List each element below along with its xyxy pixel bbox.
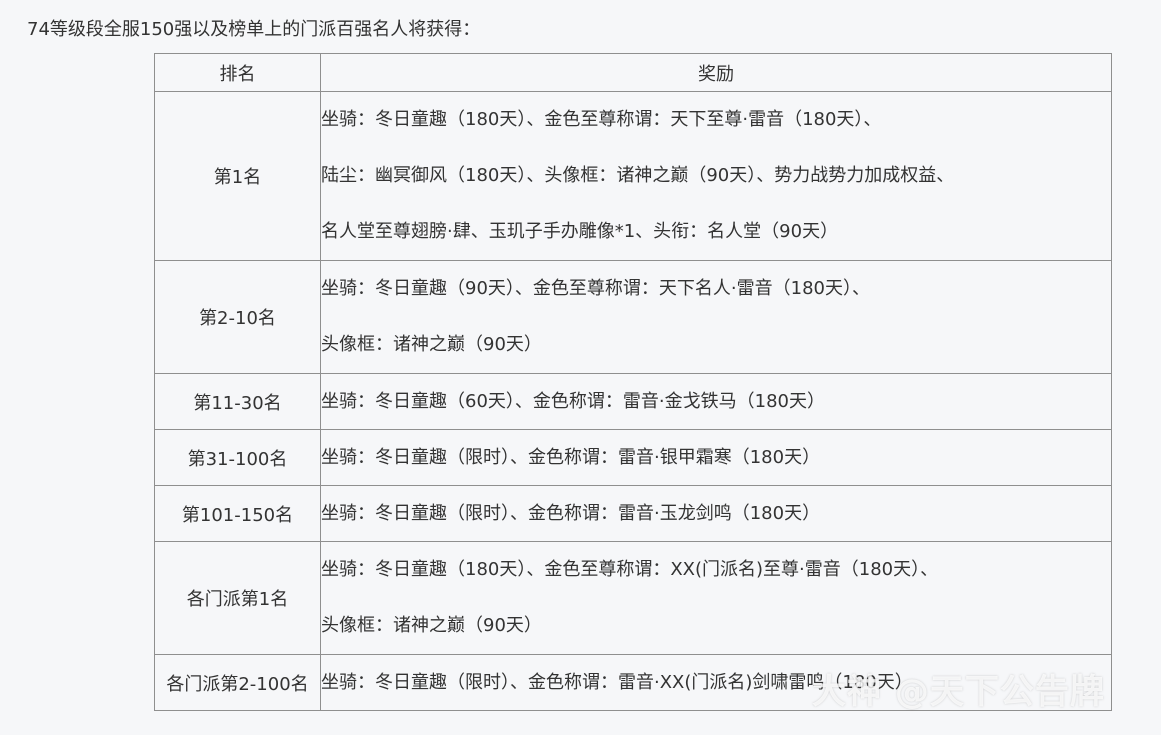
- table-row: 第1名 坐骑：冬日童趣（180天）、金色至尊称谓：天下至尊·雷音（180天）、 …: [154, 91, 1112, 261]
- reward-line: 坐骑：冬日童趣（180天）、金色至尊称谓：天下至尊·雷音（180天）、: [321, 109, 882, 130]
- reward-cell: 坐骑：冬日童趣（限时）、金色称谓：雷音·玉龙剑鸣（180天）: [320, 485, 1112, 542]
- reward-cell: 坐骑：冬日童趣（60天）、金色称谓：雷音·金戈铁马（180天）: [320, 373, 1112, 430]
- rank-cell: 第31-100名: [154, 429, 321, 486]
- reward-cell: 坐骑：冬日童趣（180天）、金色至尊称谓：XX(门派名)至尊·雷音（180天）、…: [320, 541, 1112, 655]
- header-rank: 排名: [154, 53, 321, 92]
- reward-cell: 坐骑：冬日童趣（180天）、金色至尊称谓：天下至尊·雷音（180天）、 陆尘：幽…: [320, 91, 1112, 261]
- header-reward: 奖励: [320, 53, 1112, 92]
- table-row: 各门派第1名 坐骑：冬日童趣（180天）、金色至尊称谓：XX(门派名)至尊·雷音…: [154, 541, 1112, 655]
- rewards-table: 排名 奖励 第1名 坐骑：冬日童趣（180天）、金色至尊称谓：天下至尊·雷音（1…: [154, 53, 1112, 711]
- table-header-row: 排名 奖励: [154, 53, 1112, 92]
- reward-line: 坐骑：冬日童趣（限时）、金色称谓：雷音·银甲霜寒（180天）: [321, 447, 821, 468]
- table-row: 第101-150名 坐骑：冬日童趣（限时）、金色称谓：雷音·玉龙剑鸣（180天）: [154, 485, 1112, 542]
- reward-line: 坐骑：冬日童趣（180天）、金色至尊称谓：XX(门派名)至尊·雷音（180天）、: [321, 559, 939, 580]
- reward-line: 坐骑：冬日童趣（限时）、金色称谓：雷音·玉龙剑鸣（180天）: [321, 503, 821, 524]
- reward-line: 头像框：诸神之巅（90天）: [321, 334, 542, 355]
- reward-line: 坐骑：冬日童趣（限时）、金色称谓：雷音·XX(门派名)剑啸雷鸣（180天）: [321, 672, 913, 693]
- page: 74等级段全服150强以及榜单上的门派百强名人将获得： 排名 奖励 第1名 坐骑…: [0, 0, 1161, 735]
- rank-cell: 第2-10名: [154, 260, 321, 374]
- table-row: 第2-10名 坐骑：冬日童趣（90天）、金色至尊称谓：天下名人·雷音（180天）…: [154, 260, 1112, 374]
- reward-line: 坐骑：冬日童趣（90天）、金色至尊称谓：天下名人·雷音（180天）、: [321, 278, 870, 299]
- table-row: 第31-100名 坐骑：冬日童趣（限时）、金色称谓：雷音·银甲霜寒（180天）: [154, 429, 1112, 486]
- rank-cell: 第11-30名: [154, 373, 321, 430]
- reward-cell: 坐骑：冬日童趣（限时）、金色称谓：雷音·XX(门派名)剑啸雷鸣（180天）: [320, 654, 1112, 711]
- reward-cell: 坐骑：冬日童趣（90天）、金色至尊称谓：天下名人·雷音（180天）、 头像框：诸…: [320, 260, 1112, 374]
- table-row: 第11-30名 坐骑：冬日童趣（60天）、金色称谓：雷音·金戈铁马（180天）: [154, 373, 1112, 430]
- rank-cell: 第1名: [154, 91, 321, 261]
- reward-line: 陆尘：幽冥御风（180天）、头像框：诸神之巅（90天）、势力战势力加成权益、: [321, 165, 955, 186]
- rank-cell: 各门派第2-100名: [154, 654, 321, 711]
- rank-cell: 各门派第1名: [154, 541, 321, 655]
- rank-cell: 第101-150名: [154, 485, 321, 542]
- table-row: 各门派第2-100名 坐骑：冬日童趣（限时）、金色称谓：雷音·XX(门派名)剑啸…: [154, 654, 1112, 711]
- reward-line: 头像框：诸神之巅（90天）: [321, 615, 542, 636]
- reward-line: 名人堂至尊翅膀·肆、玉玑子手办雕像*1、头衔：名人堂（90天）: [321, 221, 839, 242]
- intro-text: 74等级段全服150强以及榜单上的门派百强名人将获得：: [27, 19, 481, 40]
- reward-line: 坐骑：冬日童趣（60天）、金色称谓：雷音·金戈铁马（180天）: [321, 391, 825, 412]
- reward-cell: 坐骑：冬日童趣（限时）、金色称谓：雷音·银甲霜寒（180天）: [320, 429, 1112, 486]
